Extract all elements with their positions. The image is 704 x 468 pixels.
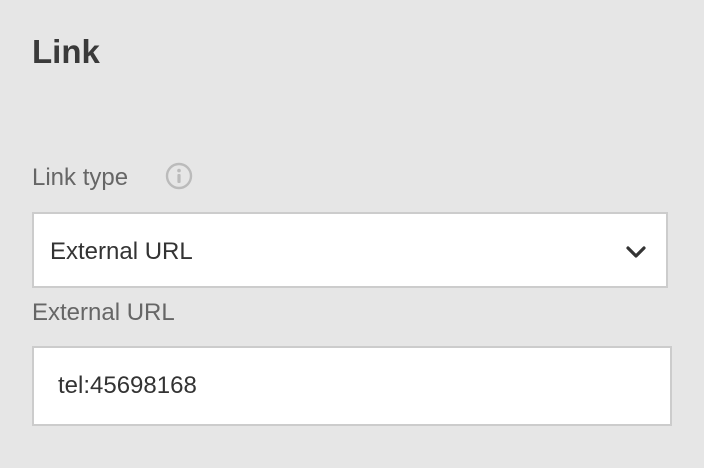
info-icon[interactable] xyxy=(165,162,193,190)
chevron-down-icon xyxy=(624,240,648,264)
link-type-label: Link type xyxy=(32,164,129,191)
external-url-input[interactable] xyxy=(32,346,672,426)
section-title: Link xyxy=(32,33,100,70)
link-settings-panel: Link Link type External URL External URL xyxy=(0,0,704,468)
link-type-selected-value: External URL xyxy=(50,238,193,265)
external-url-label: External URL xyxy=(32,299,175,326)
link-type-select[interactable]: External URL xyxy=(32,212,668,288)
